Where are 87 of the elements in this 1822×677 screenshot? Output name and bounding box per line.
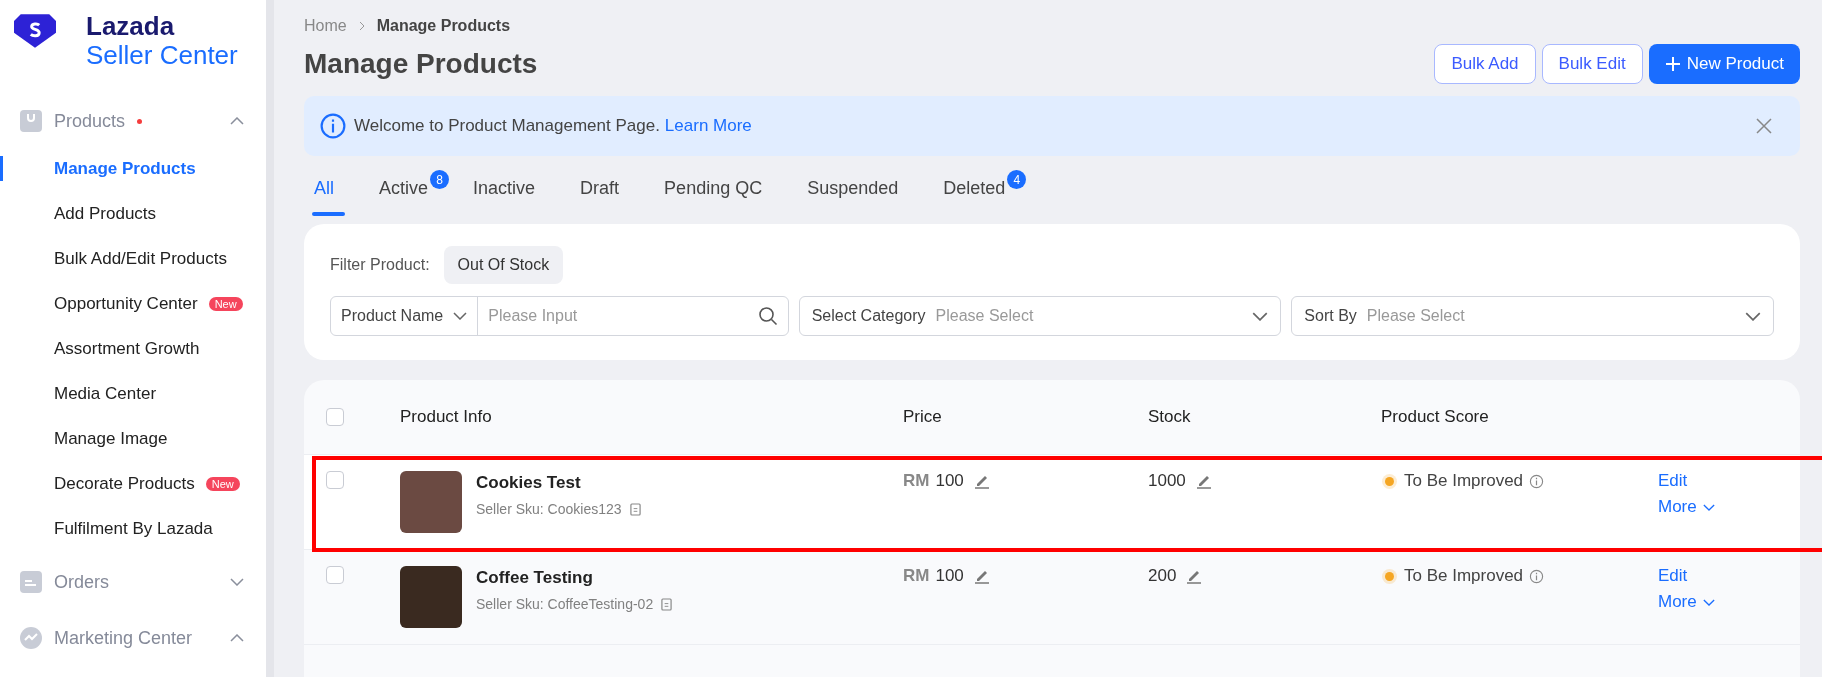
- column-header: Price: [903, 407, 943, 427]
- filter-label: Filter Product:: [330, 256, 430, 274]
- copy-icon[interactable]: [629, 502, 641, 516]
- new-badge: New: [208, 296, 243, 311]
- search-bar[interactable]: Product Name Please Input: [330, 296, 789, 336]
- close-icon[interactable]: [1756, 118, 1772, 134]
- row-action-link[interactable]: More: [1658, 497, 1715, 517]
- sidebar-item[interactable]: Decorate Products New: [0, 461, 266, 506]
- chevron-icon: [230, 634, 244, 642]
- stock-value: 200: [1148, 566, 1177, 586]
- sidebar-item[interactable]: Bulk Add/Edit Products: [0, 236, 266, 281]
- banner-text: Welcome to Product Management Page.: [354, 116, 660, 136]
- column-header: Product Info: [400, 407, 493, 427]
- status-tab[interactable]: Deleted 4: [933, 170, 1025, 216]
- sidebar-group[interactable]: Orders: [0, 557, 266, 607]
- row-checkbox[interactable]: [326, 471, 344, 489]
- breadcrumb-item: Manage Products: [376, 17, 511, 35]
- sidebar-item[interactable]: Add Products: [0, 191, 266, 236]
- chart-icon: [20, 627, 42, 649]
- plus-icon: [1664, 56, 1681, 72]
- count-badge: 4: [1007, 170, 1027, 189]
- pencil-icon[interactable]: [1195, 473, 1212, 489]
- bag-icon: [20, 110, 42, 132]
- chevron-icon: [230, 578, 244, 586]
- chevron-icon: [1745, 311, 1761, 321]
- page-title: Manage Products: [304, 48, 538, 80]
- search-icon[interactable]: [757, 306, 778, 326]
- brand-name: Lazada: [86, 12, 176, 40]
- product-name: Cookies Test: [476, 473, 582, 493]
- column-header: Product Score: [1381, 407, 1490, 427]
- pencil-icon[interactable]: [1186, 568, 1203, 584]
- sidebar-item[interactable]: Manage Products: [0, 146, 266, 191]
- sidebar-item[interactable]: Opportunity Center New: [0, 281, 266, 326]
- chevron-icon: [453, 312, 468, 320]
- sidebar-item[interactable]: Media Center: [0, 371, 266, 416]
- pencil-icon[interactable]: [973, 568, 990, 584]
- bulk-action-button[interactable]: Bulk Add: [1434, 44, 1536, 84]
- seller-sku: Seller Sku: Cookies123: [476, 501, 622, 517]
- copy-icon[interactable]: [661, 597, 673, 611]
- seller-sku: Seller Sku: CoffeeTesting-02: [476, 596, 654, 612]
- category-select[interactable]: Select Category Please Select: [798, 296, 1282, 336]
- sidebar-group[interactable]: Marketing Center: [0, 613, 266, 663]
- price-value: 100: [935, 471, 964, 491]
- row-action-link[interactable]: Edit: [1658, 566, 1688, 586]
- filter-chip[interactable]: Out Of Stock: [443, 246, 564, 284]
- product-score: To Be Improved: [1404, 471, 1524, 491]
- column-header: Stock: [1148, 407, 1192, 427]
- status-tab[interactable]: Suspended: [797, 170, 918, 216]
- new-badge: New: [205, 476, 240, 491]
- currency-label: RM: [903, 471, 930, 491]
- photo-placeholder: [400, 566, 462, 628]
- status-tab[interactable]: All: [304, 170, 353, 216]
- sidebar-group[interactable]: Products: [0, 96, 266, 146]
- currency-label: RM: [903, 566, 930, 586]
- info-icon: [320, 113, 346, 139]
- chevron-icon: [1702, 503, 1715, 511]
- new-product-button[interactable]: New Product: [1648, 44, 1800, 84]
- status-tab[interactable]: Active 8: [369, 170, 448, 216]
- status-tab[interactable]: Pending QC: [654, 170, 782, 216]
- row-action-link[interactable]: Edit: [1658, 471, 1688, 491]
- learn-more-link[interactable]: Learn More: [664, 116, 752, 136]
- info-icon[interactable]: [1529, 473, 1545, 489]
- pencil-icon[interactable]: [973, 473, 990, 489]
- chevron-icon: [230, 117, 244, 125]
- brand-subtitle: Seller Center: [86, 40, 238, 70]
- row-action-link[interactable]: More: [1658, 592, 1715, 612]
- sidebar-item[interactable]: Fulfilment By Lazada: [0, 506, 266, 551]
- sort-select[interactable]: Sort By Please Select: [1291, 296, 1774, 336]
- logo-icon: [14, 14, 56, 48]
- info-icon[interactable]: [1529, 568, 1545, 584]
- count-badge: 8: [430, 170, 450, 189]
- photo-placeholder: [400, 471, 462, 533]
- sidebar-item[interactable]: Manage Image: [0, 416, 266, 461]
- bulk-action-button[interactable]: Bulk Edit: [1541, 44, 1643, 84]
- status-tab[interactable]: Draft: [570, 170, 639, 216]
- select-all-checkbox[interactable]: [326, 408, 344, 426]
- row-checkbox[interactable]: [326, 566, 344, 584]
- chevron-icon: [1702, 598, 1715, 606]
- product-score: To Be Improved: [1404, 566, 1524, 586]
- chevron-icon: [1252, 311, 1269, 321]
- chevron-icon: [358, 21, 365, 31]
- product-name: Coffee Testing: [476, 568, 594, 588]
- list-icon: [20, 571, 42, 593]
- price-value: 100: [935, 566, 964, 586]
- status-tab[interactable]: Inactive: [463, 170, 555, 216]
- sidebar-item[interactable]: Assortment Growth: [0, 326, 266, 371]
- stock-value: 1000: [1148, 471, 1186, 491]
